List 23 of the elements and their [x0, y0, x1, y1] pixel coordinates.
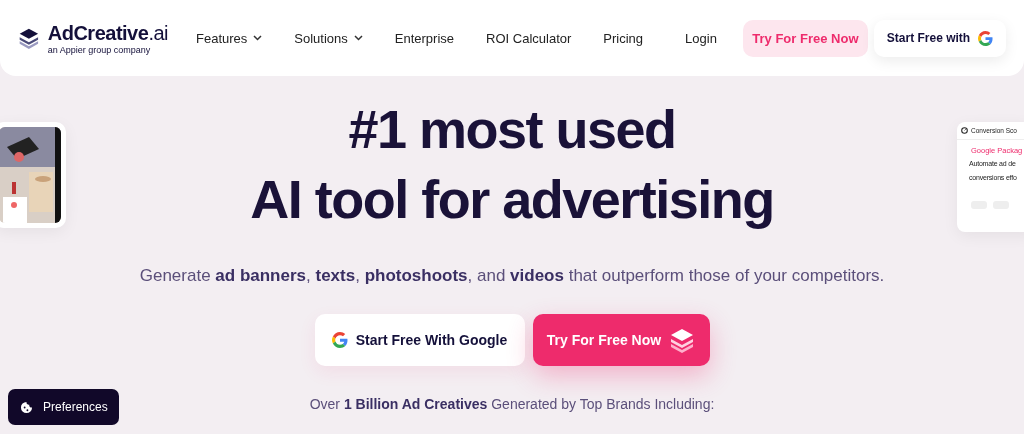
- google-icon: [331, 332, 348, 348]
- nav-link[interactable]: ROI Calculator: [470, 30, 588, 46]
- preferences-button[interactable]: Preferences: [8, 389, 119, 425]
- google-icon: [978, 30, 994, 46]
- chevron-down-icon: [253, 35, 263, 41]
- subtitle: Generate ad banners, texts, photoshoots, and videos that outperform those of your competitors.: [139, 266, 885, 286]
- social-proof-text: Over 1 Billion Ad Creatives Generated by Top Brands Including:: [309, 396, 715, 412]
- headline: AI tool for advertising: [250, 168, 774, 231]
- try-free-button[interactable]: Try For Free Now: [532, 314, 710, 366]
- google-signup-button[interactable]: Start Free with: [873, 19, 1006, 57]
- nav-link[interactable]: Features: [180, 30, 279, 46]
- gauge-icon: [961, 127, 968, 134]
- login-link[interactable]: Login: [659, 30, 733, 46]
- chevron-down-icon: [353, 35, 363, 41]
- nav-link[interactable]: Solutions: [278, 30, 379, 46]
- logo-tagline: an Appier group company: [47, 44, 152, 55]
- headline: #1 most used: [347, 98, 677, 161]
- google-signup-button[interactable]: Start Free With Google: [314, 314, 525, 366]
- nav-link[interactable]: Enterprise: [378, 30, 471, 46]
- nav-link[interactable]: Pricing: [587, 30, 660, 46]
- logo-text[interactable]: AdCreative.ai: [47, 21, 168, 45]
- layers-icon: [669, 327, 696, 353]
- cookie-icon: [20, 400, 33, 414]
